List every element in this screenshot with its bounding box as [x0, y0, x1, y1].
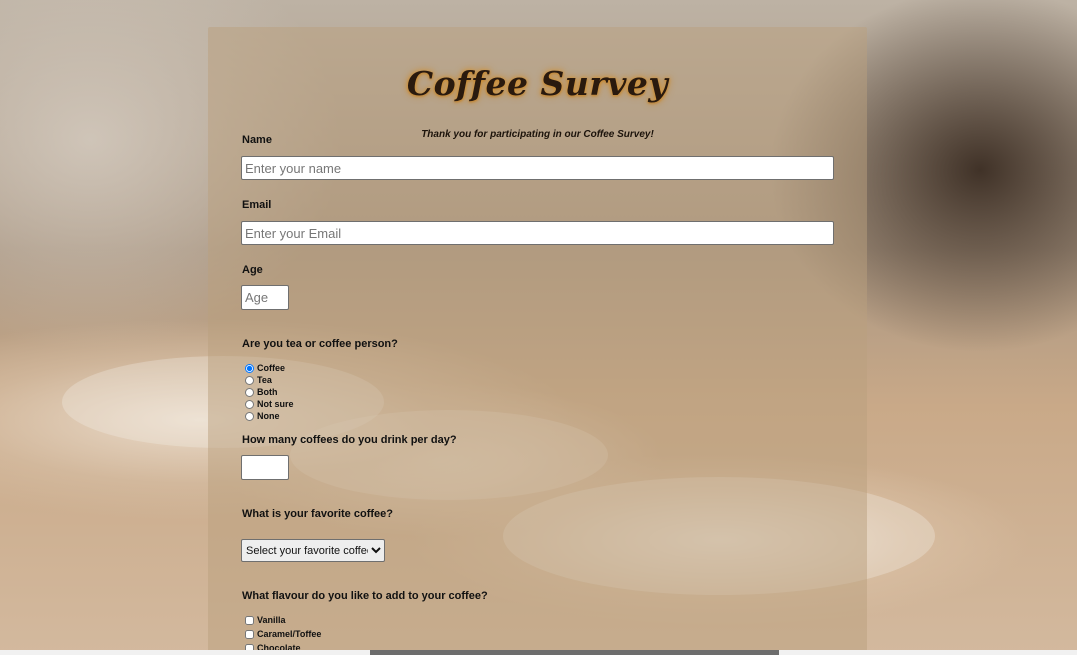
- radio-both-label: Both: [257, 387, 278, 397]
- radio-tea-label: Tea: [257, 375, 272, 385]
- age-input[interactable]: [241, 285, 289, 310]
- email-label: Email: [242, 199, 272, 211]
- checkbox-vanilla-label: Vanilla: [257, 615, 286, 625]
- age-label: Age: [242, 264, 263, 276]
- radio-not-sure-label: Not sure: [257, 399, 294, 409]
- radio-both-input[interactable]: [245, 387, 254, 397]
- checkbox-vanilla-input[interactable]: [245, 615, 254, 625]
- radio-not-sure[interactable]: Not sure: [245, 398, 294, 410]
- coffees-per-day-input[interactable]: [241, 455, 289, 480]
- radio-coffee-label: Coffee: [257, 363, 286, 373]
- name-label: Name: [242, 134, 272, 146]
- favorite-coffee-select[interactable]: Select your favorite coffee: [241, 539, 385, 562]
- checkbox-vanilla[interactable]: Vanilla: [245, 614, 286, 626]
- radio-coffee[interactable]: Coffee: [245, 362, 285, 374]
- radio-none[interactable]: None: [245, 410, 280, 422]
- radio-none-label: None: [257, 411, 280, 421]
- favorite-coffee-label: What is your favorite coffee?: [242, 508, 393, 520]
- radio-tea[interactable]: Tea: [245, 374, 272, 386]
- email-input[interactable]: [241, 221, 834, 245]
- radio-none-input[interactable]: [245, 411, 254, 421]
- radio-not-sure-input[interactable]: [245, 399, 254, 409]
- radio-both[interactable]: Both: [245, 386, 278, 398]
- checkbox-caramel-toffee-label: Caramel/Toffee: [257, 629, 322, 639]
- flavour-label: What flavour do you like to add to your …: [242, 590, 488, 602]
- name-input[interactable]: [241, 156, 834, 180]
- checkbox-caramel-toffee-input[interactable]: [245, 629, 254, 639]
- coffees-per-day-label: How many coffees do you drink per day?: [242, 434, 457, 446]
- radio-tea-input[interactable]: [245, 375, 254, 385]
- checkbox-caramel-toffee[interactable]: Caramel/Toffee: [245, 628, 321, 640]
- survey-title: Coffee Survey: [406, 64, 669, 103]
- radio-coffee-input[interactable]: [245, 363, 254, 373]
- preference-label: Are you tea or coffee person?: [242, 338, 398, 350]
- horizontal-scrollbar-thumb[interactable]: [370, 650, 779, 655]
- survey-subtitle: Thank you for participating in our Coffe…: [421, 129, 654, 140]
